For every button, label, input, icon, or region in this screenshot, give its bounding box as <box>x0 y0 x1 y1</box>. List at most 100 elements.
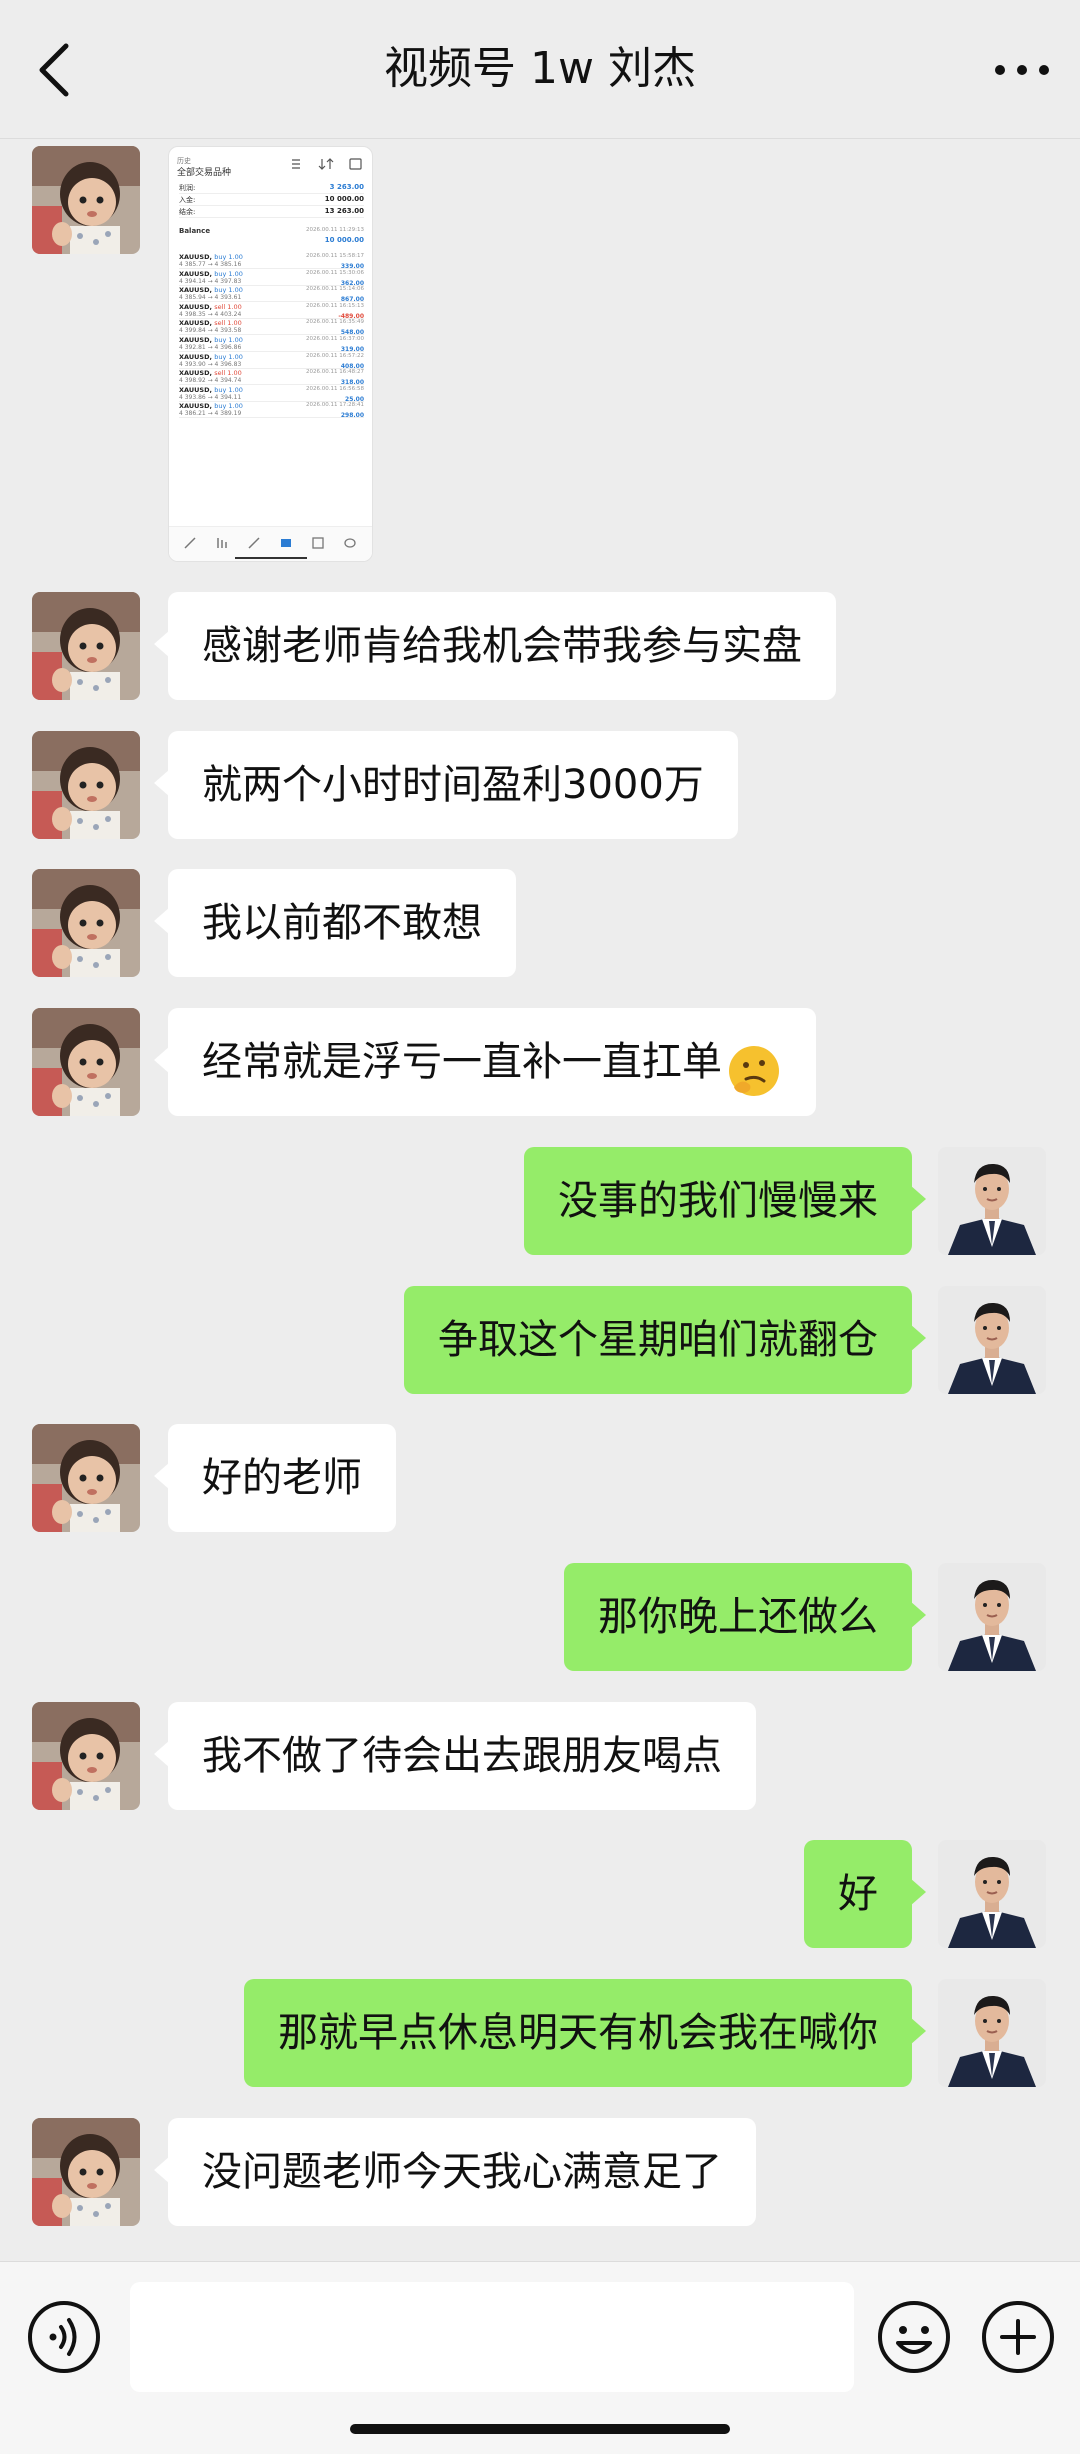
message-bubble[interactable]: 感谢老师肯给我机会带我参与实盘 <box>154 592 836 700</box>
message-text: 好的老师 <box>202 1455 362 1501</box>
trade-time: 2026.00.11 16:37:00 <box>306 336 364 342</box>
message-bubble[interactable]: 我不做了待会出去跟朋友喝点 <box>154 1702 756 1810</box>
message-bubble[interactable]: 我以前都不敢想 <box>154 869 516 977</box>
trade-time: 2026.00.11 15:58:17 <box>306 253 364 259</box>
message-bubble[interactable]: 没问题老师今天我心满意足了 <box>154 2118 756 2226</box>
message-bubble[interactable]: 好的老师 <box>154 1424 396 1532</box>
trade-prices: 4 399.84 → 4 393.58 <box>179 327 242 335</box>
voice-button[interactable] <box>26 2299 102 2375</box>
home-indicator <box>350 2424 730 2434</box>
message-text: 经常就是浮亏一直补一直扛单 <box>202 1039 722 1085</box>
trade-time: 2026.00.11 16:48:27 <box>306 369 364 376</box>
avatar[interactable] <box>32 731 140 839</box>
avatar[interactable] <box>938 1840 1046 1948</box>
summary-value: 13 263.00 <box>324 207 364 215</box>
message-row: 那你晚上还做么 <box>0 1563 1080 1671</box>
trade-history-screenshot[interactable]: 历史 全部交易品种 利润: 3 263.00 入金: 10 000.00 结余: 13 2… <box>168 146 373 562</box>
thinking-face-icon <box>726 1032 782 1096</box>
message-row: 感谢老师肯给我机会带我参与实盘 <box>0 592 1080 700</box>
message-row: 没问题老师今天我心满意足了 <box>0 2118 1080 2226</box>
message-bubble[interactable]: 经常就是浮亏一直补一直扛单 <box>154 1008 816 1116</box>
tab-history-icon <box>281 539 291 547</box>
trade-prices: 4 398.92 → 4 394.74 <box>179 377 242 385</box>
avatar[interactable] <box>32 146 140 254</box>
avatar[interactable] <box>32 2118 140 2226</box>
message-text: 我不做了待会出去跟朋友喝点 <box>202 1733 722 1779</box>
message-text: 我以前都不敢想 <box>202 900 482 946</box>
message-row: 经常就是浮亏一直补一直扛单 <box>0 1008 1080 1116</box>
trade-time: 2026.00.11 16:15:13 <box>306 302 364 309</box>
divider <box>179 417 364 419</box>
message-row: 我以前都不敢想 <box>0 869 1080 977</box>
trade-time: 2026.00.11 15:30:06 <box>306 269 364 276</box>
tab-chart-icon <box>217 538 227 548</box>
message-text: 就两个小时时间盈利3000万 <box>202 762 704 808</box>
balance-value: 10 000.00 <box>324 236 364 244</box>
summary-label: 利润: <box>179 184 196 192</box>
trade-prices: 4 393.86 → 4 394.11 <box>179 393 242 401</box>
message-row: 争取这个星期咱们就翻仓 <box>0 1286 1080 1394</box>
message-row: 好 <box>0 1840 1080 1948</box>
avatar[interactable] <box>938 1286 1046 1394</box>
message-text: 没事的我们慢慢来 <box>558 1178 878 1224</box>
summary-label: 结余: <box>179 208 196 216</box>
message-text: 感谢老师肯给我机会带我参与实盘 <box>202 623 802 669</box>
avatar[interactable] <box>938 1563 1046 1671</box>
avatar[interactable] <box>32 1424 140 1532</box>
trade-time: 2026.00.11 17:28:41 <box>306 402 364 409</box>
trade-prices: 4 385.77 → 4 385.16 <box>179 261 242 268</box>
more-button[interactable] <box>986 42 1058 98</box>
message-row: 我不做了待会出去跟朋友喝点 <box>0 1702 1080 1810</box>
balance-label: Balance <box>179 227 211 235</box>
avatar[interactable] <box>32 592 140 700</box>
trade-time: 2026.00.11 16:35:49 <box>306 319 364 326</box>
trade-prices: 4 398.35 → 4 403.24 <box>179 310 242 318</box>
more-dots-icon <box>995 65 1049 75</box>
trade-prices: 4 385.94 → 4 393.61 <box>179 294 242 302</box>
voice-icon <box>28 2301 100 2373</box>
summary-value: 10 000.00 <box>324 195 364 203</box>
message-row: 那就早点休息明天有机会我在喊你 <box>0 1979 1080 2087</box>
more-functions-button[interactable] <box>980 2299 1056 2375</box>
home-indicator-mini <box>235 557 307 559</box>
summary-label: 入金: <box>179 196 196 204</box>
divider <box>179 205 364 206</box>
screenshot-toolbar-icons <box>292 158 362 170</box>
trade-time: 2026.00.11 15:14:06 <box>306 286 364 293</box>
screenshot-header-small: 历史 <box>177 157 191 165</box>
message-bubble[interactable]: 就两个小时时间盈利3000万 <box>154 731 738 839</box>
message-bubble[interactable]: 那就早点休息明天有机会我在喊你 <box>244 1979 926 2087</box>
emoji-face-icon <box>878 2301 950 2373</box>
trade-prices: 4 393.90 → 4 396.83 <box>179 360 242 368</box>
message-row: 就两个小时时间盈利3000万 <box>0 731 1080 839</box>
tab-news-icon <box>312 537 324 549</box>
tab-quotes-icon <box>184 537 196 549</box>
chat-title: 视频号 1w 刘杰 <box>384 43 696 94</box>
screenshot-tabbar <box>169 526 372 561</box>
tab-chat-icon <box>344 538 356 548</box>
emoji-button[interactable] <box>876 2299 952 2375</box>
message-bubble[interactable]: 好 <box>804 1840 926 1948</box>
trade-prices: 4 392.81 → 4 396.86 <box>179 344 242 351</box>
message-input[interactable] <box>130 2282 854 2392</box>
avatar[interactable] <box>32 1702 140 1810</box>
message-text: 那你晚上还做么 <box>598 1594 878 1640</box>
trade-prices: 4 386.21 → 4 389.19 <box>179 410 242 418</box>
divider <box>179 217 364 218</box>
message-bubble[interactable]: 那你晚上还做么 <box>564 1563 926 1671</box>
divider <box>179 193 364 194</box>
avatar[interactable] <box>32 1008 140 1116</box>
avatar[interactable] <box>32 869 140 977</box>
trade-row: XAUUSD, buy 1.00 4 386.21 → 4 389.19 2026.… <box>179 402 364 426</box>
message-text: 争取这个星期咱们就翻仓 <box>438 1317 878 1363</box>
message-row: 好的老师 <box>0 1424 1080 1532</box>
message-bubble[interactable]: 争取这个星期咱们就翻仓 <box>404 1286 926 1394</box>
plus-circle-icon <box>982 2301 1054 2373</box>
avatar[interactable] <box>938 1147 1046 1255</box>
message-bubble[interactable]: 没事的我们慢慢来 <box>524 1147 926 1255</box>
screenshot-header-title: 全部交易品种 <box>177 168 232 178</box>
avatar[interactable] <box>938 1979 1046 2087</box>
message-text: 那就早点休息明天有机会我在喊你 <box>278 2010 878 2056</box>
tab-trade-icon <box>248 537 260 549</box>
chat-header: 视频号 1w 刘杰 <box>0 0 1080 139</box>
